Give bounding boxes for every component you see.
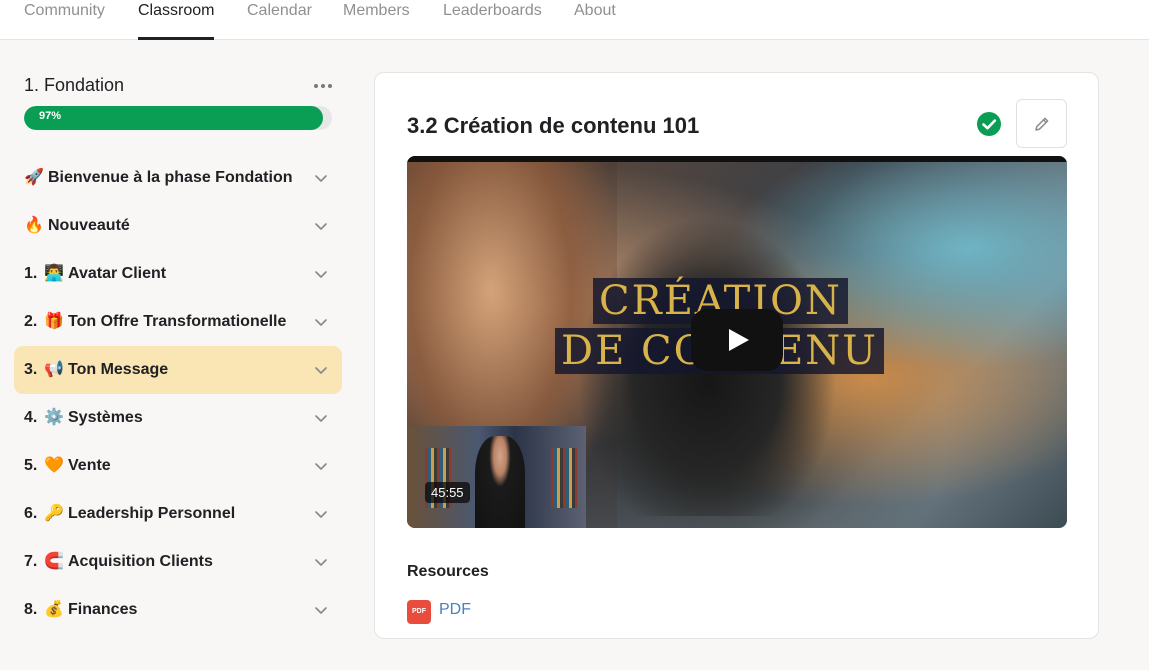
play-icon <box>729 329 749 351</box>
sidebar-section[interactable]: 1. 👨‍💻 Avatar Client <box>14 250 342 298</box>
section-label: Ton Message <box>68 361 169 378</box>
pdf-icon: PDF <box>407 600 431 624</box>
video-player[interactable]: CRÉATION DE CONTENU 45:55 <box>407 156 1067 528</box>
section-emoji-icon: ⚙️ <box>44 409 64 426</box>
chevron-down-icon[interactable] <box>314 555 328 569</box>
section-emoji-icon: 🔑 <box>44 505 64 522</box>
section-emoji-icon: 🔥 <box>24 217 44 234</box>
sidebar-section[interactable]: 2. 🎁 Ton Offre Transformationelle <box>14 298 342 346</box>
section-label: Bienvenue à la phase Fondation <box>48 169 293 186</box>
section-emoji-icon: 🧲 <box>44 553 64 570</box>
chevron-down-icon[interactable] <box>314 267 328 281</box>
sidebar-section[interactable]: 4. ⚙️ Systèmes <box>14 394 342 442</box>
section-number: 8. <box>24 601 38 618</box>
check-circle-icon[interactable] <box>976 111 1002 137</box>
progress-fill <box>24 106 323 130</box>
section-number: 3. <box>24 361 38 378</box>
section-number: 1. <box>24 265 38 282</box>
tab-about[interactable]: About <box>574 0 616 40</box>
chevron-down-icon[interactable] <box>314 507 328 521</box>
section-label: Vente <box>68 457 111 474</box>
section-label: Leadership Personnel <box>68 505 236 522</box>
chevron-down-icon[interactable] <box>314 315 328 329</box>
section-number: 4. <box>24 409 38 426</box>
section-number: 2. <box>24 313 38 330</box>
edit-button[interactable] <box>1016 99 1067 148</box>
section-number: 6. <box>24 505 38 522</box>
resources-title: Resources <box>407 563 489 580</box>
sidebar-section[interactable]: 🔥 Nouveauté <box>14 202 342 250</box>
progress-label: 97% <box>39 110 62 122</box>
lesson-title: 3.2 Création de contenu 101 <box>407 113 700 138</box>
section-emoji-icon: 🚀 <box>24 169 44 186</box>
chevron-down-icon[interactable] <box>314 219 328 233</box>
sidebar-section[interactable]: 5. 🧡 Vente <box>14 442 342 490</box>
chevron-down-icon[interactable] <box>314 603 328 617</box>
chevron-down-icon[interactable] <box>314 363 328 377</box>
pencil-icon <box>1035 117 1049 131</box>
chevron-down-icon[interactable] <box>314 411 328 425</box>
section-number: 5. <box>24 457 38 474</box>
section-label: Avatar Client <box>68 265 167 282</box>
sidebar-section[interactable]: 🚀 Bienvenue à la phase Fondation <box>14 154 342 202</box>
speaker <box>475 436 525 528</box>
tab-calendar[interactable]: Calendar <box>247 0 312 40</box>
bookshelf <box>551 448 577 508</box>
play-button[interactable] <box>691 309 783 371</box>
section-emoji-icon: 👨‍💻 <box>44 265 64 282</box>
sidebar-section[interactable]: 7. 🧲 Acquisition Clients <box>14 538 342 586</box>
module-title: 1. Fondation <box>24 75 125 95</box>
chevron-down-icon[interactable] <box>314 459 328 473</box>
tab-classroom[interactable]: Classroom <box>138 0 215 40</box>
sidebar-section[interactable]: 6. 🔑 Leadership Personnel <box>14 490 342 538</box>
video-duration: 45:55 <box>425 482 470 503</box>
top-nav: Community Classroom Calendar Members Lea… <box>0 0 1149 40</box>
resource-pdf-label[interactable]: PDF <box>439 601 471 619</box>
tab-members[interactable]: Members <box>343 0 410 40</box>
module-progress-bar: 97% <box>24 106 332 130</box>
tab-community[interactable]: Community <box>24 0 105 40</box>
section-label: Ton Offre Transformationelle <box>68 313 287 330</box>
speaker-inset <box>407 426 586 528</box>
section-label: Systèmes <box>68 409 143 426</box>
more-horizontal-icon[interactable] <box>311 78 335 94</box>
section-emoji-icon: 🧡 <box>44 457 64 474</box>
section-label: Acquisition Clients <box>68 553 213 570</box>
sidebar-section[interactable]: 8. 💰 Finances <box>14 586 342 634</box>
section-number: 7. <box>24 553 38 570</box>
lesson-card: 3.2 Création de contenu 101 CRÉATION DE … <box>374 72 1099 639</box>
sidebar-section[interactable]: 3. 📢 Ton Message <box>14 346 342 394</box>
tab-leaderboards[interactable]: Leaderboards <box>443 0 542 40</box>
section-emoji-icon: 💰 <box>44 601 64 618</box>
section-label: Finances <box>68 601 138 618</box>
section-emoji-icon: 📢 <box>44 361 64 378</box>
section-label: Nouveauté <box>48 217 130 234</box>
chevron-down-icon[interactable] <box>314 171 328 185</box>
section-emoji-icon: 🎁 <box>44 313 64 330</box>
